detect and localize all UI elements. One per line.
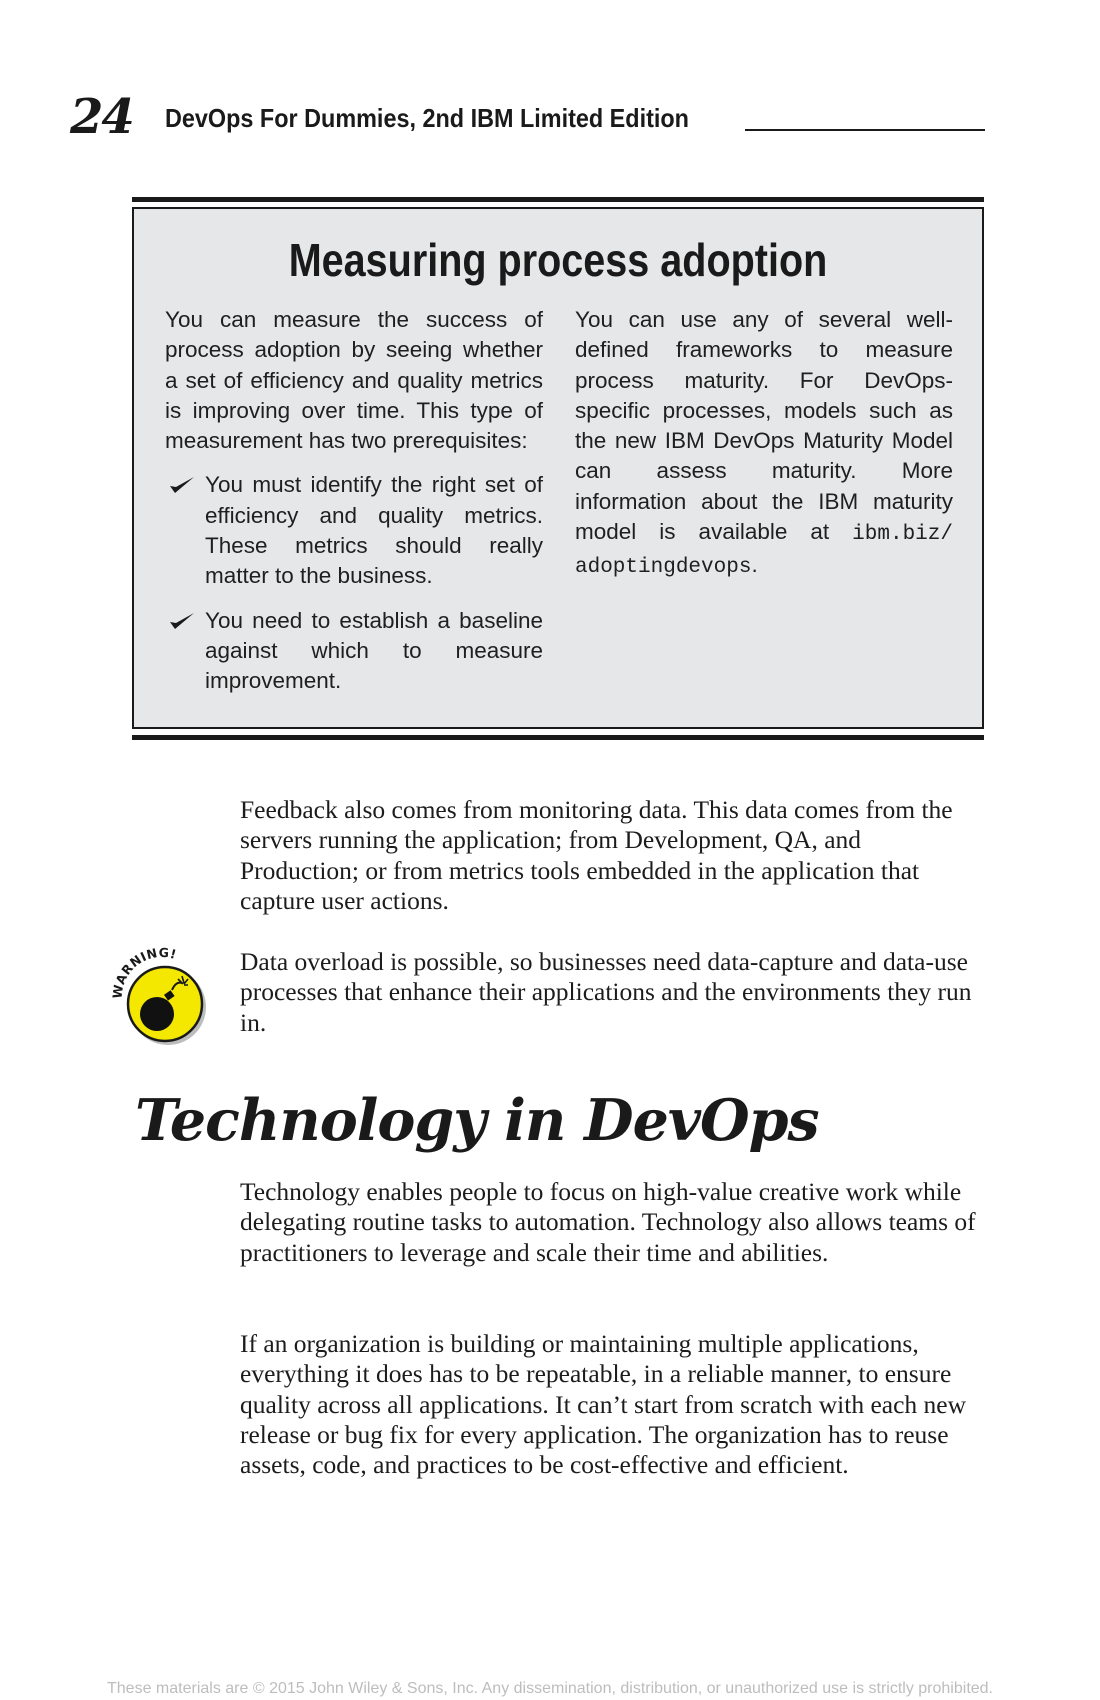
paragraph-text: Technology enables people to focus on hi… <box>240 1177 976 1267</box>
warning-bomb-icon: WARNING! <box>110 945 206 1045</box>
check-icon <box>170 477 194 494</box>
running-head-title: DevOps For Dummies, 2nd IBM Limited Edit… <box>165 103 689 133</box>
body-paragraph-organization: If an organization is building or mainta… <box>240 1329 985 1480</box>
sidebar-title: Measuring process adoption <box>288 234 828 286</box>
header-rule <box>745 129 985 131</box>
copyright-footer: These materials are © 2015 John Wiley & … <box>107 1680 993 1697</box>
bullet-text: You need to establish a baseline against… <box>205 607 543 694</box>
bullet-text: You must identify the right set of effic… <box>205 472 543 589</box>
sidebar-right-text: You can use any of several well-defined … <box>575 307 953 545</box>
sidebar-left-column: You can measure the success of process a… <box>165 305 543 711</box>
sidebar-right-end: . <box>751 552 758 578</box>
paragraph-text: Data overload is possible, so businesses… <box>240 947 972 1037</box>
paragraph-text: If an organization is building or mainta… <box>240 1329 967 1480</box>
sidebar-bottom-rule <box>132 735 984 740</box>
sidebar-intro: You can measure the success of process a… <box>165 307 543 454</box>
sidebar-box: Measuring process adoption You can measu… <box>132 197 984 740</box>
sidebar-top-rule <box>132 197 984 202</box>
body-paragraph-monitoring: Feedback also comes from monitoring data… <box>240 795 985 916</box>
list-item: You need to establish a baseline against… <box>165 606 543 697</box>
body-paragraph-warning: Data overload is possible, so businesses… <box>240 947 985 1038</box>
page-header: 24 DevOps For Dummies, 2nd IBM Limited E… <box>70 92 985 142</box>
sidebar-bullet-list: You must identify the right set of effic… <box>165 470 543 696</box>
list-item: You must identify the right set of effic… <box>165 470 543 591</box>
check-icon <box>170 612 194 629</box>
body-paragraph-technology: Technology enables people to focus on hi… <box>240 1177 985 1268</box>
paragraph-text: Feedback also comes from monitoring data… <box>240 795 953 915</box>
section-heading: Technology in DevOps <box>135 1087 820 1154</box>
sidebar-right-column: You can use any of several well-defined … <box>575 305 953 584</box>
sidebar-right-paragraph: You can use any of several well-defined … <box>575 305 953 584</box>
page-number: 24 <box>70 89 135 145</box>
